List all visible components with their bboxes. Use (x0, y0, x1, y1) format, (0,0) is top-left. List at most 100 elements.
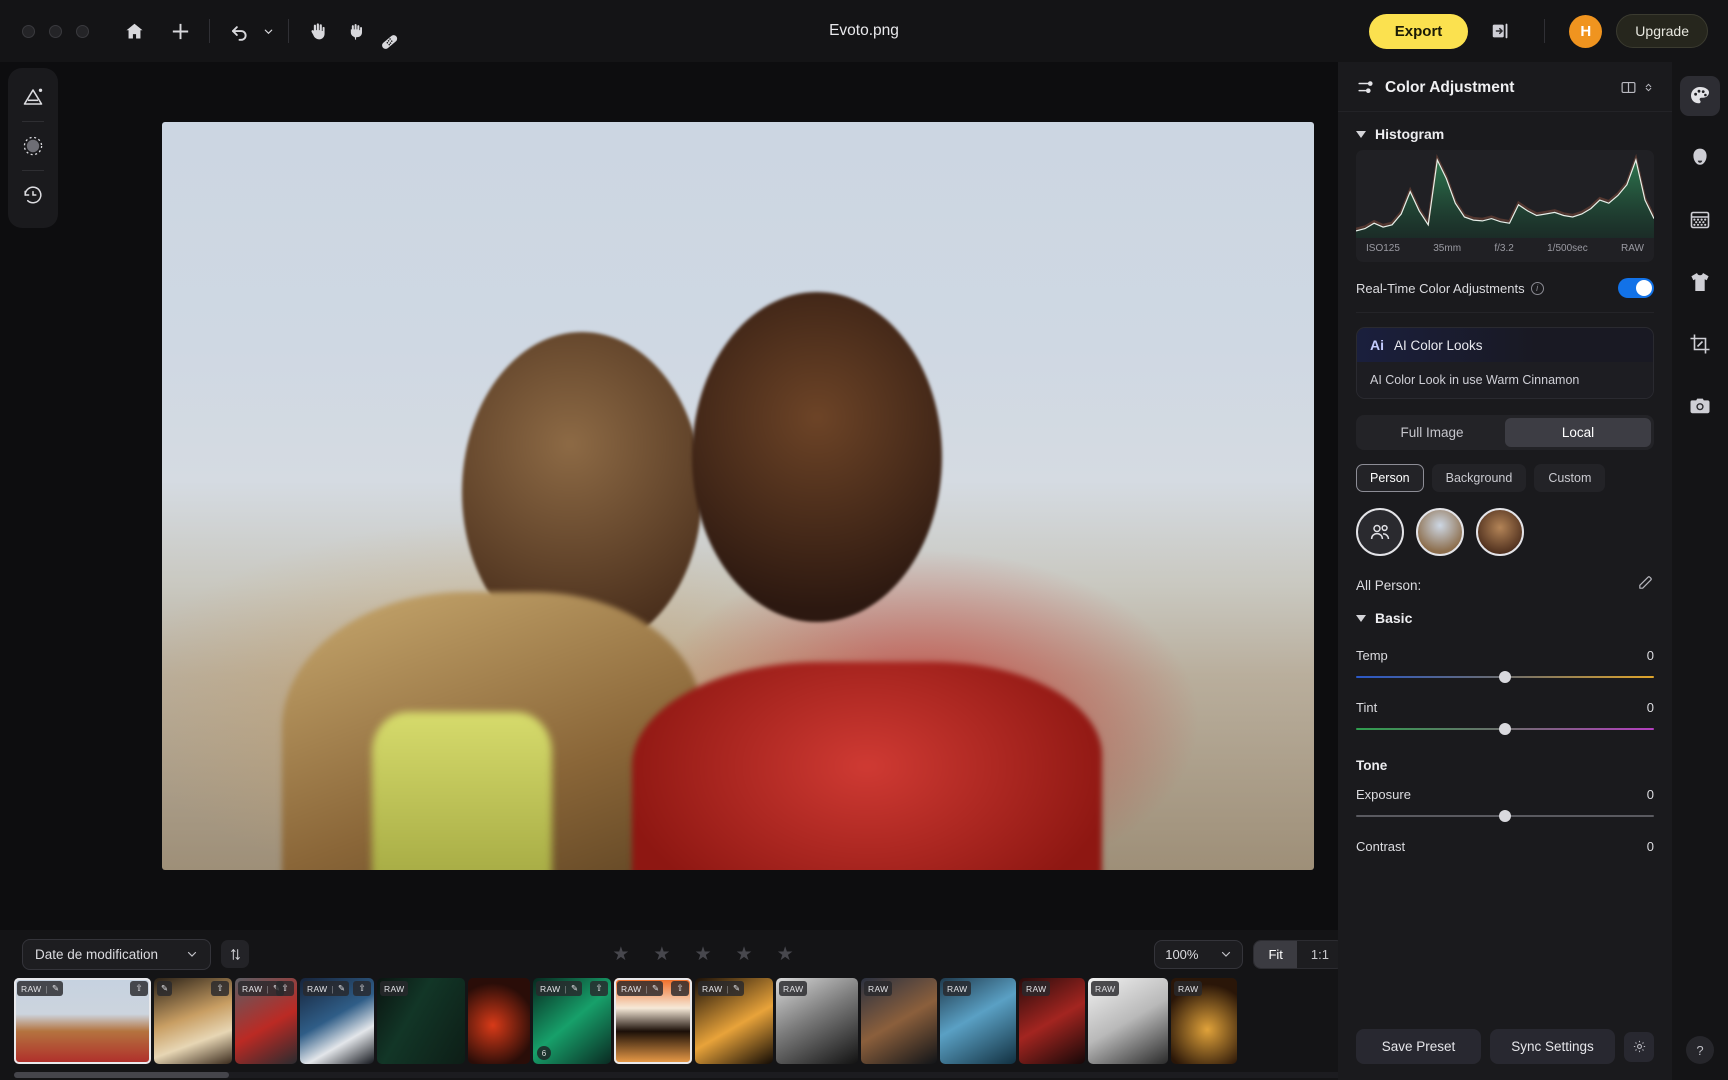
window-close-button[interactable] (22, 25, 35, 38)
filmstrip-thumbnail[interactable] (468, 978, 530, 1064)
filmstrip-thumbnail[interactable]: RAW (1088, 978, 1168, 1064)
face-thumb-1[interactable] (1416, 508, 1464, 556)
filmstrip[interactable]: RAW|✎⇧✎⇧RAW|✎⇧RAW|✎⇧RAWRAW|✎⇧6RAW|✎⇧RAW|… (0, 978, 1406, 1068)
split-view-icon[interactable] (1620, 79, 1637, 96)
filmstrip-thumbnail[interactable]: RAW (776, 978, 858, 1064)
slider-tint-knob[interactable] (1499, 723, 1511, 735)
thumbnail-count-badge: 6 (537, 1046, 551, 1060)
skin-texture-icon[interactable] (1680, 200, 1720, 240)
upload-icon[interactable]: ⇧ (590, 981, 608, 996)
undo-icon[interactable] (220, 12, 258, 50)
face-thumb-2[interactable] (1476, 508, 1524, 556)
window-minimize-button[interactable] (49, 25, 62, 38)
filmstrip-thumbnail[interactable]: RAW|✎⇧6 (533, 978, 611, 1064)
filmstrip-scrollbar-thumb[interactable] (14, 1072, 229, 1078)
star-3[interactable]: ★ (694, 943, 711, 966)
bandage-icon[interactable] (375, 12, 413, 50)
pencil-icon[interactable]: ✎ (652, 983, 659, 994)
pencil-icon[interactable] (1637, 574, 1654, 596)
avatar[interactable]: H (1569, 15, 1602, 48)
sync-settings-button[interactable]: Sync Settings (1490, 1029, 1615, 1064)
chip-person[interactable]: Person (1356, 464, 1424, 492)
window-maximize-button[interactable] (76, 25, 89, 38)
chip-background[interactable]: Background (1432, 464, 1527, 492)
upgrade-button[interactable]: Upgrade (1616, 14, 1708, 48)
all-people-icon[interactable] (1356, 508, 1404, 556)
texture-circle-icon[interactable] (14, 127, 52, 165)
slider-temp-track[interactable] (1356, 668, 1654, 686)
zoom-select[interactable]: 100% (1154, 940, 1243, 969)
crop-icon[interactable] (1680, 324, 1720, 364)
history-clock-icon[interactable] (14, 176, 52, 214)
slider-tint-track[interactable] (1356, 720, 1654, 738)
pencil-icon[interactable]: ✎ (52, 983, 59, 994)
pencil-icon[interactable]: ✎ (338, 983, 345, 994)
slider-exposure-track[interactable] (1356, 807, 1654, 825)
basic-section-header[interactable]: Basic (1356, 596, 1654, 634)
fit-button[interactable]: Fit (1254, 941, 1296, 968)
face-retouch-icon[interactable] (1680, 138, 1720, 178)
left-rail-divider-1 (22, 121, 44, 122)
clothing-icon[interactable] (1680, 262, 1720, 302)
filmstrip-thumbnail[interactable]: RAW|✎⇧ (235, 978, 297, 1064)
filmstrip-thumbnail[interactable]: RAW (861, 978, 937, 1064)
upload-icon[interactable]: ⇧ (276, 981, 294, 996)
pencil-icon[interactable]: ✎ (571, 983, 578, 994)
filmstrip-thumbnail[interactable]: ✎⇧ (154, 978, 232, 1064)
slider-temp-knob[interactable] (1499, 671, 1511, 683)
finger-icon[interactable] (337, 12, 375, 50)
canvas-area[interactable] (70, 62, 1406, 930)
filmstrip-thumbnail[interactable]: RAW|✎ (695, 978, 773, 1064)
window-controls[interactable] (22, 25, 89, 38)
tab-full-image[interactable]: Full Image (1359, 418, 1505, 447)
tab-local[interactable]: Local (1505, 418, 1651, 447)
exif-focal: 35mm (1433, 243, 1461, 254)
bottom-bar: Date de modification ★ ★ ★ ★ ★ 100% Fit (0, 930, 1406, 1080)
plus-icon[interactable] (161, 12, 199, 50)
sort-select[interactable]: Date de modification (22, 939, 211, 970)
chevron-down-icon[interactable] (258, 12, 278, 50)
thumbnail-badge: RAW (380, 981, 408, 996)
upload-icon[interactable]: ⇧ (211, 981, 229, 996)
filmstrip-thumbnail[interactable]: RAW|✎⇧ (614, 978, 692, 1064)
info-icon[interactable]: i (1531, 282, 1544, 295)
help-button[interactable]: ? (1686, 1036, 1714, 1064)
realtime-adjustments-toggle[interactable] (1618, 278, 1654, 298)
camera-icon[interactable] (1680, 386, 1720, 426)
filmstrip-thumbnail[interactable]: RAW|✎⇧ (14, 978, 151, 1064)
filmstrip-thumbnail[interactable]: RAW (1171, 978, 1237, 1064)
save-preset-button[interactable]: Save Preset (1356, 1029, 1481, 1064)
pencil-icon[interactable]: ✎ (161, 983, 168, 994)
upload-icon[interactable]: ⇧ (671, 981, 689, 996)
star-4[interactable]: ★ (736, 943, 753, 966)
sort-order-icon[interactable] (221, 940, 249, 968)
star-2[interactable]: ★ (653, 943, 670, 966)
histogram-section-header[interactable]: Histogram (1356, 112, 1654, 150)
upload-icon[interactable]: ⇧ (130, 981, 148, 996)
chevron-updown-icon[interactable] (1643, 80, 1654, 95)
all-person-label: All Person: (1356, 578, 1421, 593)
gear-icon[interactable] (1624, 1032, 1654, 1062)
filmstrip-thumbnail[interactable]: RAW (1019, 978, 1085, 1064)
thumbnail-badge: RAW|✎ (698, 981, 744, 996)
star-5[interactable]: ★ (777, 943, 794, 966)
photo-preview[interactable] (162, 122, 1314, 870)
ai-color-looks-card[interactable]: Ai AI Color Looks AI Color Look in use W… (1356, 327, 1654, 399)
filmstrip-thumbnail[interactable]: RAW|✎⇧ (300, 978, 374, 1064)
star-1[interactable]: ★ (612, 943, 629, 966)
color-palette-icon[interactable] (1680, 76, 1720, 116)
export-button[interactable]: Export (1369, 14, 1469, 49)
filmstrip-scrollbar[interactable] (14, 1072, 1392, 1078)
chip-custom[interactable]: Custom (1534, 464, 1605, 492)
export-arrow-icon[interactable] (1482, 12, 1520, 50)
upload-icon[interactable]: ⇧ (353, 981, 371, 996)
image-tone-icon[interactable] (14, 78, 52, 116)
one-to-one-button[interactable]: 1:1 (1297, 941, 1343, 968)
filmstrip-thumbnail[interactable]: RAW (377, 978, 465, 1064)
slider-exposure: Exposure 0 (1356, 787, 1654, 825)
hand-icon[interactable] (299, 12, 337, 50)
home-icon[interactable] (115, 12, 153, 50)
pencil-icon[interactable]: ✎ (733, 983, 740, 994)
filmstrip-thumbnail[interactable]: RAW (940, 978, 1016, 1064)
slider-exposure-knob[interactable] (1499, 810, 1511, 822)
